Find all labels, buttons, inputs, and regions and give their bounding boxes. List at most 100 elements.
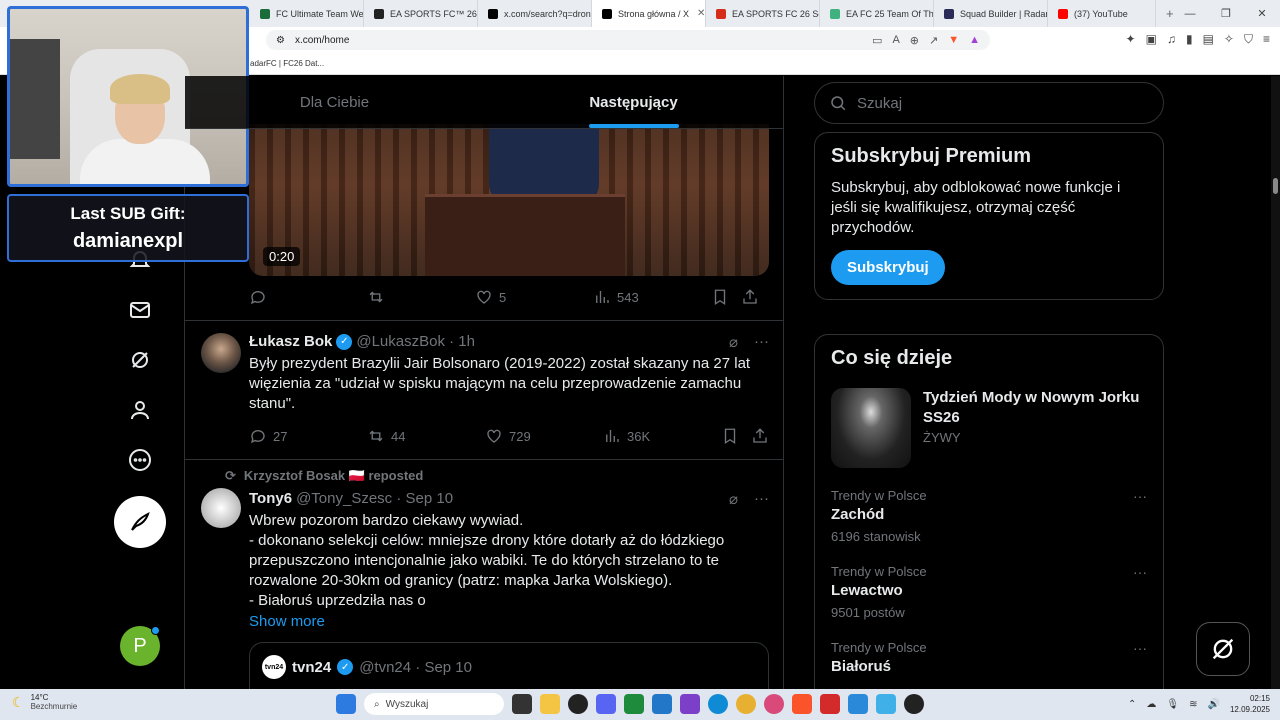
reply-button[interactable] bbox=[249, 288, 367, 306]
browser-tab[interactable]: Strona główna / X ✕ bbox=[592, 0, 706, 27]
author-handle[interactable]: @Tony_Szesc · Sep 10 bbox=[296, 490, 453, 507]
maximize-icon[interactable]: ❐ bbox=[1208, 7, 1244, 20]
more-options-icon[interactable]: ··· bbox=[1133, 640, 1147, 656]
reply-button[interactable]: 27 bbox=[249, 427, 367, 445]
menu-icon[interactable]: ≡ bbox=[1263, 32, 1270, 47]
like-button[interactable]: 729 bbox=[485, 427, 603, 445]
task-view-icon[interactable] bbox=[512, 694, 532, 714]
screenshot-icon[interactable]: ▣ bbox=[1146, 32, 1157, 47]
more-options-icon[interactable]: ··· bbox=[1133, 564, 1147, 580]
compose-post-button[interactable] bbox=[114, 496, 166, 548]
browser-tab[interactable]: FC Ultimate Team Web... bbox=[250, 0, 364, 27]
share-button[interactable] bbox=[751, 427, 769, 445]
edge-icon[interactable] bbox=[708, 694, 728, 714]
post-tony6[interactable]: ⟳ Krzysztof Bosak 🇵🇱 reposted Tony6 @Ton… bbox=[185, 459, 783, 689]
browser-tab[interactable]: (37) YouTube bbox=[1048, 0, 1156, 27]
post-video[interactable]: 0:20 bbox=[249, 124, 769, 276]
notes-icon[interactable] bbox=[680, 694, 700, 714]
quoted-author-handle[interactable]: @tvn24 · Sep 10 bbox=[359, 659, 472, 676]
chrome-icon[interactable] bbox=[736, 694, 756, 714]
show-more-link[interactable]: Show more bbox=[249, 613, 769, 630]
page-scrollbar[interactable] bbox=[1271, 76, 1280, 689]
more-options-icon[interactable]: ··· bbox=[754, 490, 769, 508]
start-icon[interactable] bbox=[336, 694, 356, 714]
like-button[interactable]: 5 bbox=[475, 288, 593, 306]
sidebar-icon[interactable]: ▮ bbox=[1186, 32, 1193, 47]
search-input[interactable]: Szukaj bbox=[814, 82, 1164, 124]
cloud-icon[interactable]: ☁ bbox=[1146, 699, 1156, 710]
opera-icon[interactable] bbox=[764, 694, 784, 714]
grok-icon[interactable] bbox=[120, 340, 160, 380]
trend-item[interactable]: Trendy w Polsce Zachód 6196 stanowisk ··… bbox=[831, 488, 1147, 544]
trending-event[interactable]: Tydzień Mody w Nowym Jorku SS26 ŻYWY bbox=[831, 388, 1147, 468]
minimize-icon[interactable]: — bbox=[1172, 8, 1208, 20]
discord-icon[interactable] bbox=[596, 694, 616, 714]
quoted-author-name[interactable]: tvn24 bbox=[292, 659, 331, 676]
clock[interactable]: 02:15 12.09.2025 bbox=[1230, 693, 1270, 715]
author-handle[interactable]: @LukaszBok · 1h bbox=[356, 333, 475, 350]
translate-icon[interactable]: A bbox=[892, 34, 899, 47]
browser-tab[interactable]: Squad Builder | Radar... bbox=[934, 0, 1048, 27]
chevron-up-icon[interactable]: ⌃ bbox=[1128, 699, 1136, 710]
browser-tab[interactable]: EA FC 25 Team Of The... bbox=[820, 0, 934, 27]
more-options-icon[interactable]: ··· bbox=[1133, 488, 1147, 504]
photos-icon[interactable] bbox=[848, 694, 868, 714]
wallet-icon[interactable]: ▤ bbox=[1203, 32, 1214, 47]
repost-label[interactable]: Krzysztof Bosak 🇵🇱 reposted bbox=[244, 468, 423, 484]
weather-widget[interactable]: ☾ 14°C Bezchmurnie bbox=[12, 693, 77, 711]
obs-icon[interactable] bbox=[904, 694, 924, 714]
profile-icon[interactable] bbox=[120, 390, 160, 430]
grok-button[interactable] bbox=[1196, 622, 1250, 676]
messages-icon[interactable] bbox=[120, 290, 160, 330]
author-name[interactable]: Łukasz Bok bbox=[249, 333, 332, 350]
browser-tab[interactable]: EA SPORTS FC 26 Squ... bbox=[706, 0, 820, 27]
browser-tab[interactable]: EA SPORTS FC™ 26 | S... bbox=[364, 0, 478, 27]
vscode-icon[interactable] bbox=[652, 694, 672, 714]
brave-icon[interactable] bbox=[792, 694, 812, 714]
views-button[interactable]: 543 bbox=[593, 288, 711, 306]
share-icon[interactable]: ↗ bbox=[929, 34, 938, 47]
repost-button[interactable] bbox=[367, 288, 475, 306]
taskbar-search[interactable]: ⌕ Wyszukaj bbox=[364, 693, 504, 715]
bookmark-button[interactable] bbox=[711, 288, 741, 306]
more-options-icon[interactable]: ··· bbox=[754, 333, 769, 351]
account-avatar[interactable]: P bbox=[120, 626, 160, 666]
volume-icon[interactable]: 🔊 bbox=[1208, 699, 1220, 710]
vivaldi-icon[interactable] bbox=[820, 694, 840, 714]
microphone-icon[interactable]: 🎙 bbox=[1166, 699, 1179, 710]
scrollbar-thumb[interactable] bbox=[1273, 178, 1278, 194]
author-avatar[interactable] bbox=[201, 488, 241, 528]
wifi-icon[interactable]: ≋ bbox=[1189, 699, 1197, 710]
vpn-icon[interactable]: ⛉ bbox=[1244, 32, 1253, 47]
tab-for-you[interactable]: Dla Ciebie bbox=[185, 76, 484, 128]
extensions-icon[interactable]: ✦ bbox=[1126, 32, 1136, 47]
author-name[interactable]: Tony6 bbox=[249, 490, 292, 507]
app-icon[interactable] bbox=[876, 694, 896, 714]
grok-icon[interactable]: ⌀ bbox=[729, 333, 738, 351]
brave-shield-icon[interactable]: ▼ bbox=[948, 34, 959, 47]
grok-icon[interactable]: ⌀ bbox=[729, 490, 738, 508]
excel-icon[interactable] bbox=[624, 694, 644, 714]
more-icon[interactable] bbox=[120, 440, 160, 480]
leo-icon[interactable]: ✧ bbox=[1224, 32, 1234, 47]
bookmark-item[interactable]: adarFC | FC26 Dat... bbox=[250, 59, 324, 68]
media-icon[interactable]: ♫ bbox=[1167, 32, 1176, 47]
close-window-icon[interactable]: ✕ bbox=[1244, 7, 1280, 20]
trend-item[interactable]: Trendy w Polsce Białoruś ··· bbox=[831, 640, 1147, 675]
tab-following[interactable]: Następujący bbox=[484, 76, 783, 128]
repost-button[interactable]: 44 bbox=[367, 427, 485, 445]
url-field[interactable]: ⚙ x.com/home ▭ A ⊕ ↗ ▼ ▲ bbox=[266, 30, 990, 50]
install-icon[interactable]: ▭ bbox=[872, 34, 882, 47]
views-button[interactable]: 36K bbox=[603, 427, 721, 445]
zoom-icon[interactable]: ⊕ bbox=[910, 34, 919, 47]
author-avatar[interactable] bbox=[201, 333, 241, 373]
close-tab-icon[interactable]: ✕ bbox=[697, 8, 705, 19]
trend-item[interactable]: Trendy w Polsce Lewactwo 9501 postów ··· bbox=[831, 564, 1147, 620]
github-icon[interactable] bbox=[568, 694, 588, 714]
site-info-icon[interactable]: ⚙ bbox=[276, 35, 285, 46]
bookmark-button[interactable] bbox=[721, 427, 751, 445]
share-button[interactable] bbox=[741, 288, 759, 306]
quoted-post[interactable]: tvn24 tvn24 ✓ @tvn24 · Sep 10 bbox=[249, 642, 769, 689]
brave-rewards-icon[interactable]: ▲ bbox=[969, 34, 980, 47]
browser-tab[interactable]: x.com/search?q=dron... bbox=[478, 0, 592, 27]
